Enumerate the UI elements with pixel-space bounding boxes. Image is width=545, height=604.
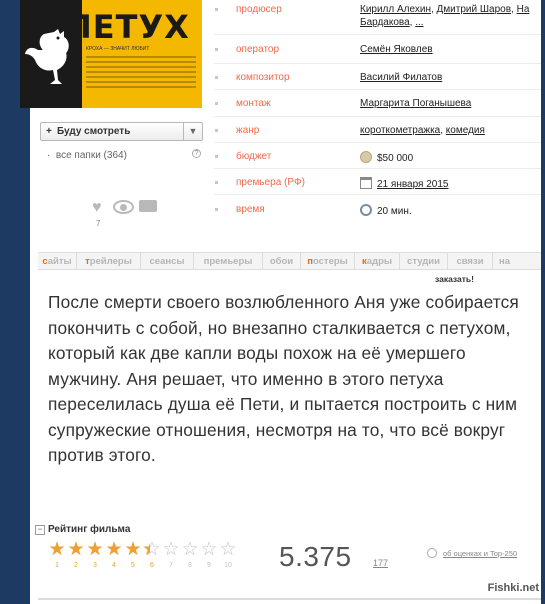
star-number: 5 xyxy=(131,562,135,569)
more-link[interactable]: ... xyxy=(415,17,423,28)
info-key-composer: композитор xyxy=(236,72,290,83)
rating-score: 5.375 xyxy=(279,541,352,572)
tab-stills[interactable]: кадры xyxy=(355,253,400,269)
tab-more[interactable]: на xyxy=(493,253,543,269)
action-count: 7 xyxy=(96,219,101,228)
info-value-operator[interactable]: Семён Яковлев xyxy=(360,44,433,55)
divider xyxy=(214,116,545,117)
star-number: 9 xyxy=(207,562,211,569)
order-link[interactable]: заказать! xyxy=(435,274,474,284)
star-icon[interactable]: ☆ xyxy=(218,540,238,559)
star-number: 1 xyxy=(55,562,59,569)
tab-wallpapers[interactable]: обои xyxy=(263,253,301,269)
star-icon[interactable]: ☆ xyxy=(161,540,181,559)
folders-count: все папки (364) xyxy=(55,150,127,161)
page-right-frame xyxy=(541,0,545,604)
star-icon[interactable]: ☆★ xyxy=(104,540,124,559)
info-value-composer[interactable]: Василий Филатов xyxy=(360,72,442,83)
info-icon xyxy=(427,548,437,558)
help-icon[interactable]: ? xyxy=(192,149,201,158)
star-number: 4 xyxy=(112,562,116,569)
calendar-icon xyxy=(360,177,372,189)
chevron-down-icon[interactable]: ▼ xyxy=(183,123,202,140)
info-key-editing: монтаж xyxy=(236,98,271,109)
info-key-producer: продюсер xyxy=(236,4,282,15)
info-row-operator: оператор Семён Яковлев xyxy=(214,40,545,64)
divider xyxy=(214,168,545,169)
info-value-budget: $50 000 xyxy=(360,151,413,164)
info-row-runtime: время 20 мин. xyxy=(214,200,545,224)
star-number: 7 xyxy=(169,562,173,569)
star-number: 6 xyxy=(150,562,154,569)
divider xyxy=(214,142,545,143)
money-bag-icon xyxy=(360,151,372,163)
film-description: После смерти своего возлюбленного Аня уж… xyxy=(48,292,519,465)
tab-studios[interactable]: студии xyxy=(400,253,448,269)
star-icon[interactable]: ☆★ xyxy=(142,540,162,559)
divider xyxy=(214,34,545,35)
film-poster[interactable]: ПЕТУХ КРОХА — ЗНАЧИТ ЛЮБИТ xyxy=(20,0,202,108)
star-icon[interactable]: ☆ xyxy=(199,540,219,559)
star-icon[interactable]: ☆★ xyxy=(123,540,143,559)
star-icon[interactable]: ☆ xyxy=(180,540,200,559)
tab-trailers[interactable]: трейлеры xyxy=(77,253,141,269)
budget-amount: $50 000 xyxy=(377,153,414,164)
will-watch-label: Буду смотреть xyxy=(57,126,131,137)
clock-icon xyxy=(360,204,372,216)
plus-icon: + xyxy=(46,126,52,137)
star-icon[interactable]: ☆★ xyxy=(85,540,105,559)
rating-title: Рейтинг фильма xyxy=(48,524,131,535)
tab-posters[interactable]: постеры xyxy=(301,253,355,269)
tab-premieres[interactable]: премьеры xyxy=(194,253,263,269)
comment-icon[interactable] xyxy=(139,200,157,212)
votes-count-link[interactable]: 177 xyxy=(373,558,388,568)
star-number: 10 xyxy=(224,562,232,569)
tab-sites[interactable]: сайты xyxy=(38,253,77,269)
person-link[interactable]: Кирилл Алехин xyxy=(360,4,431,15)
tab-showtimes[interactable]: сеансы xyxy=(141,253,194,269)
info-value-editing[interactable]: Маргарита Поганышева xyxy=(360,98,471,109)
will-watch-dropdown[interactable]: + Буду смотреть ▼ xyxy=(40,122,203,141)
poster-tagline: КРОХА — ЗНАЧИТ ЛЮБИТ xyxy=(86,46,150,52)
minus-square-icon[interactable]: − xyxy=(35,525,45,535)
person-link[interactable]: Бардакова xyxy=(360,17,410,28)
star-number: 2 xyxy=(74,562,78,569)
genre-link[interactable]: короткометражка xyxy=(360,125,440,136)
all-folders-link[interactable]: · все папки (364) xyxy=(47,150,127,161)
info-key-genre: жанр xyxy=(236,125,260,136)
divider xyxy=(214,63,545,64)
poster-fine-print xyxy=(86,56,196,96)
info-key-premiere: премьера (РФ) xyxy=(236,177,305,188)
runtime-value: 20 мин. xyxy=(377,206,412,217)
star-icon[interactable]: ☆★ xyxy=(47,540,67,559)
footer-divider xyxy=(38,598,545,600)
info-value-premiere: 21 января 2015 xyxy=(360,177,449,190)
star-icon[interactable]: ☆★ xyxy=(66,540,86,559)
info-key-budget: бюджет xyxy=(236,151,272,162)
heart-icon[interactable]: ♥ xyxy=(92,199,102,217)
film-tabs: сайты трейлеры сеансы премьеры обои пост… xyxy=(38,252,545,270)
info-value-producer: Кирилл Алехин, Дмитрий Шаров, На xyxy=(360,4,530,15)
info-key-runtime: время xyxy=(236,204,265,215)
star-number: 8 xyxy=(188,562,192,569)
info-key-operator: оператор xyxy=(236,44,280,55)
info-row-editing: монтаж Маргарита Поганышева xyxy=(214,94,545,118)
watermark: Fishki.net xyxy=(487,582,539,594)
info-value-producer-line2: Бардакова, ... xyxy=(360,17,424,28)
info-value-genre: короткометражка, комедия xyxy=(360,125,485,136)
divider xyxy=(214,194,545,195)
ratings-info-link[interactable]: об оценках и Top-250 xyxy=(443,549,517,558)
divider xyxy=(214,89,545,90)
eye-icon[interactable] xyxy=(113,200,134,214)
genre-link[interactable]: комедия xyxy=(446,125,485,136)
film-page: ПЕТУХ КРОХА — ЗНАЧИТ ЛЮБИТ + Буду смотре… xyxy=(20,0,545,604)
poster-title: ПЕТУХ xyxy=(65,8,190,46)
info-value-runtime: 20 мин. xyxy=(360,204,412,217)
person-link[interactable]: На xyxy=(517,4,530,15)
premiere-date-link[interactable]: 21 января 2015 xyxy=(377,179,449,190)
tab-relations[interactable]: связи xyxy=(448,253,493,269)
star-number: 3 xyxy=(93,562,97,569)
person-link[interactable]: Дмитрий Шаров xyxy=(437,4,512,15)
